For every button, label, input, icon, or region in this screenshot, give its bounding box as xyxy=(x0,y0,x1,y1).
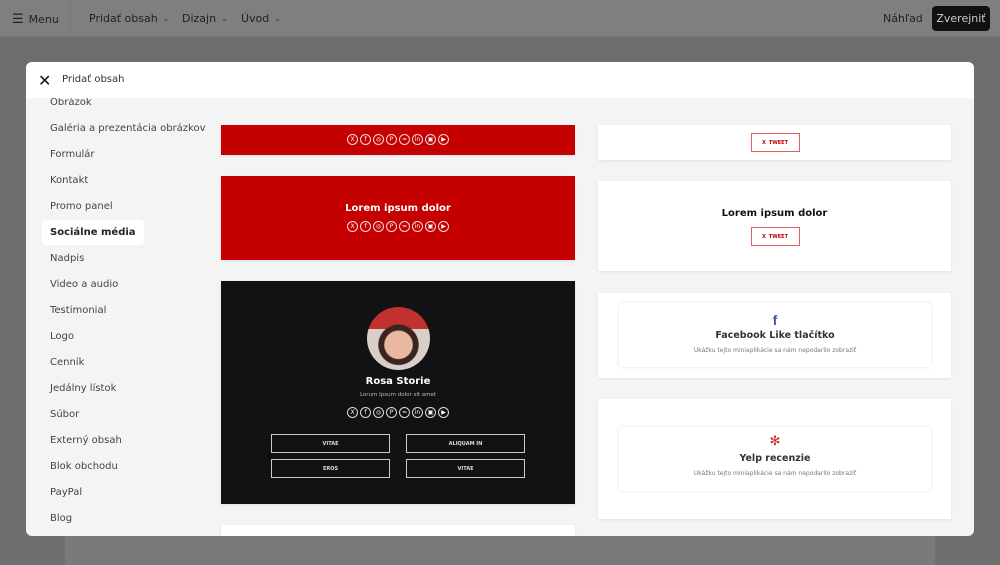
social-icons-row: Xf ◎ P ≈ in ▣ ▶ xyxy=(221,221,575,232)
chevron-down-icon: ⌄ xyxy=(274,14,281,23)
sidebar-item[interactable]: Nadpis xyxy=(42,246,92,271)
menu-button[interactable]: ☰ Menu xyxy=(12,12,59,27)
sidebar-item[interactable]: Kontakt xyxy=(42,168,96,193)
sidebar-item[interactable]: Blog xyxy=(42,506,80,531)
sidebar-item[interactable]: PayPal xyxy=(42,480,90,505)
modal-header: ✕ Pridať obsah xyxy=(26,62,974,98)
add-content-label: Pridať obsah xyxy=(89,12,158,25)
sidebar-item[interactable]: Sociálne média xyxy=(42,220,144,245)
tweet-title-card[interactable]: Lorem ipsum dolor X TWEET xyxy=(598,181,951,271)
modal-title: Pridať obsah xyxy=(62,74,125,85)
x-icon: X xyxy=(347,407,358,418)
avatar xyxy=(367,307,430,370)
facebook-icon: f xyxy=(360,407,371,418)
x-logo-icon: X xyxy=(761,233,766,240)
profile-link-button[interactable]: VITAE xyxy=(406,459,525,478)
profile-link-button[interactable]: VITAE xyxy=(271,434,390,453)
tweet-label: TWEET xyxy=(768,233,789,240)
close-icon[interactable]: ✕ xyxy=(38,71,51,90)
chevron-down-icon: ⌄ xyxy=(162,14,170,23)
sidebar-item[interactable]: Galéria a prezentácia obrázkov xyxy=(42,116,214,141)
sidebar-item[interactable]: Externý obsah xyxy=(42,428,130,453)
page-background-panel xyxy=(65,535,935,565)
category-sidebar: Obrázok Galéria a prezentácia obrázkov For… xyxy=(26,98,216,536)
widget-title: Yelp recenzie xyxy=(739,453,811,464)
youtube-icon: ▶ xyxy=(438,221,449,232)
instagram-icon: ◎ xyxy=(373,221,384,232)
preview-button[interactable]: Náhľad xyxy=(883,12,923,25)
menu-label: Menu xyxy=(28,13,59,26)
x-icon: X xyxy=(347,221,358,232)
flickr-icon: ▣ xyxy=(425,407,436,418)
tweet-button: X TWEET xyxy=(750,133,800,152)
profile-name: Rosa Storie xyxy=(365,376,431,387)
widget-message: Ukážku tejto miniaplikácie sa nám nepoda… xyxy=(693,347,857,354)
hamburger-icon: ☰ xyxy=(12,12,24,27)
rss-icon: ≈ xyxy=(399,134,410,145)
sidebar-item[interactable]: Súbor xyxy=(42,402,87,427)
home-label: Úvod xyxy=(241,12,270,25)
rss-icon: ≈ xyxy=(399,221,410,232)
x-logo-icon: X xyxy=(761,139,766,146)
divider xyxy=(70,0,71,37)
pinterest-icon: P xyxy=(386,221,397,232)
yelp-icon: ✻ xyxy=(769,434,781,449)
facebook-icon: f xyxy=(772,312,778,328)
sidebar-item[interactable]: Testimonial xyxy=(42,298,114,323)
design-label: Dizajn xyxy=(182,12,217,25)
tweet-button: X TWEET xyxy=(750,227,800,246)
rss-icon: ≈ xyxy=(399,407,410,418)
yelp-reviews-card[interactable]: ✻ Yelp recenzie Ukážku tejto miniaplikác… xyxy=(598,399,951,519)
home-menu[interactable]: Úvod ⌄ xyxy=(241,12,281,25)
card-title: Lorem ipsum dolor xyxy=(345,203,451,214)
profile-subtitle: Lorum Ipsum dolor sit amet xyxy=(359,392,437,398)
linkedin-icon: in xyxy=(412,407,423,418)
facebook-like-card[interactable]: f Facebook Like tlačítko Ukážku tejto mi… xyxy=(598,293,951,378)
top-toolbar: ☰ Menu Pridať obsah ⌄ Dizajn ⌄ Úvod ⌄ Náhľad… xyxy=(0,0,1000,37)
add-content-modal: ✕ Pridať obsah Obrázok Galéria a prezentá… xyxy=(26,62,974,536)
pinterest-icon: P xyxy=(386,407,397,418)
publish-button[interactable]: Zverejniť xyxy=(932,6,990,31)
profile-link-button[interactable]: ALIQUAM IN xyxy=(406,434,525,453)
sidebar-item[interactable]: Promo panel xyxy=(42,194,121,219)
card-title: Lorem ipsum dolor xyxy=(721,208,828,219)
facebook-icon: f xyxy=(360,134,371,145)
widget-message: Ukážku tejto miniaplikácie sa nám nepoda… xyxy=(693,470,857,477)
sidebar-item[interactable]: Blok obchodu xyxy=(42,454,126,479)
social-profile-card[interactable]: Rosa Storie Lorum Ipsum dolor sit amet X… xyxy=(221,281,575,504)
sidebar-item[interactable]: Cenník xyxy=(42,350,92,375)
sidebar-item[interactable]: Jedálny lístok xyxy=(42,376,124,401)
linkedin-icon: in xyxy=(412,134,423,145)
flickr-icon: ▣ xyxy=(425,134,436,145)
tweet-label: TWEET xyxy=(768,139,789,146)
social-icons-row: Xf ◎ P ≈ in ▣ ▶ xyxy=(221,134,575,145)
youtube-icon: ▶ xyxy=(438,134,449,145)
flickr-icon: ▣ xyxy=(425,221,436,232)
instagram-icon: ◎ xyxy=(373,134,384,145)
sidebar-item[interactable]: Obrázok xyxy=(42,98,100,115)
social-red-with-title[interactable]: Lorem ipsum dolor Xf ◎ P ≈ in ▣ ▶ xyxy=(221,176,575,260)
linkedin-icon: in xyxy=(412,221,423,232)
social-icons-row: Xf ◎ P ≈ in ▣ ▶ xyxy=(221,407,575,418)
pinterest-icon: P xyxy=(386,134,397,145)
add-content-menu[interactable]: Pridať obsah ⌄ xyxy=(89,12,169,25)
chevron-down-icon: ⌄ xyxy=(221,14,228,23)
instagram-icon: ◎ xyxy=(373,407,384,418)
tweet-button-card[interactable]: X TWEET xyxy=(598,125,951,160)
sidebar-item[interactable]: Video a audio xyxy=(42,272,126,297)
profile-link-button[interactable]: EROS xyxy=(271,459,390,478)
x-icon: X xyxy=(347,134,358,145)
youtube-icon: ▶ xyxy=(438,407,449,418)
next-widget-card[interactable] xyxy=(221,525,575,536)
widget-title: Facebook Like tlačítko xyxy=(715,330,835,341)
design-menu[interactable]: Dizajn ⌄ xyxy=(182,12,228,25)
sidebar-item[interactable]: Logo xyxy=(42,324,82,349)
facebook-icon: f xyxy=(360,221,371,232)
sidebar-item[interactable]: Formulár xyxy=(42,142,103,167)
social-icons-red-strip[interactable]: Xf ◎ P ≈ in ▣ ▶ xyxy=(221,125,575,155)
